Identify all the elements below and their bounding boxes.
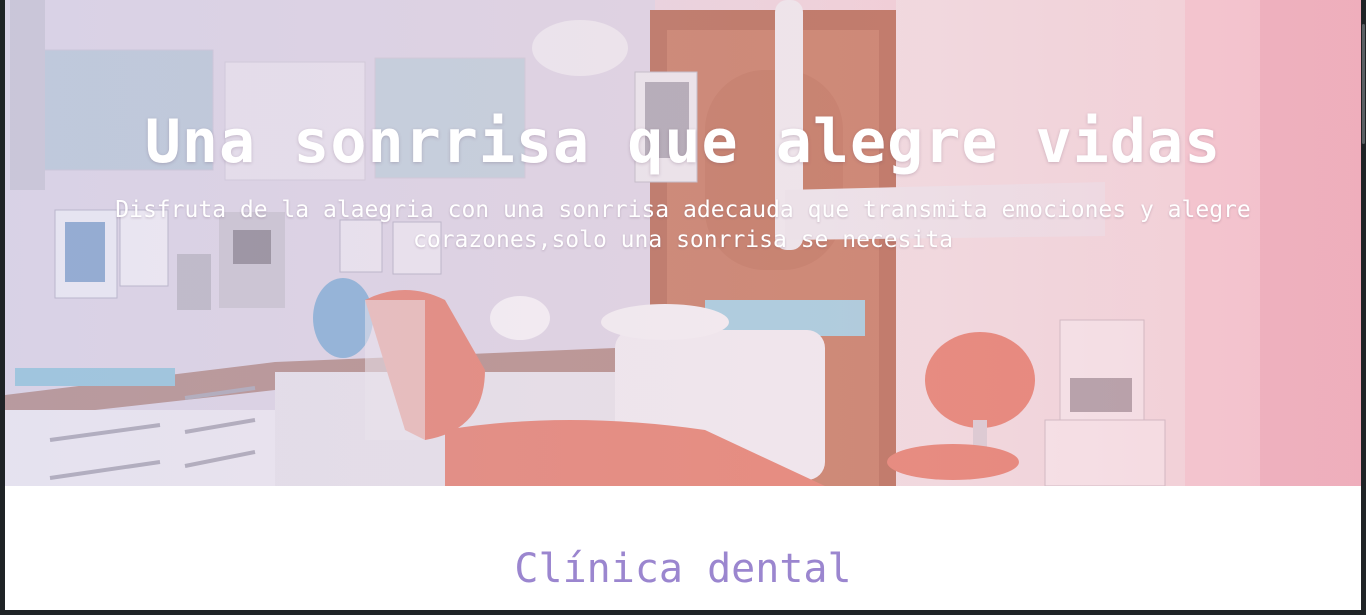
page: Una sonrrisa que alegre vidas Disfruta d… — [5, 0, 1361, 610]
hero-banner: Una sonrrisa que alegre vidas Disfruta d… — [5, 0, 1361, 486]
scrollbar-thumb[interactable] — [1362, 24, 1365, 144]
hero-title: Una sonrrisa que alegre vidas — [144, 107, 1222, 177]
page-scrollbar[interactable] — [1361, 0, 1366, 615]
hero-subtitle: Disfruta de la alaegria con una sonrrisa… — [115, 197, 1251, 253]
section-title: Clínica dental — [514, 546, 852, 592]
